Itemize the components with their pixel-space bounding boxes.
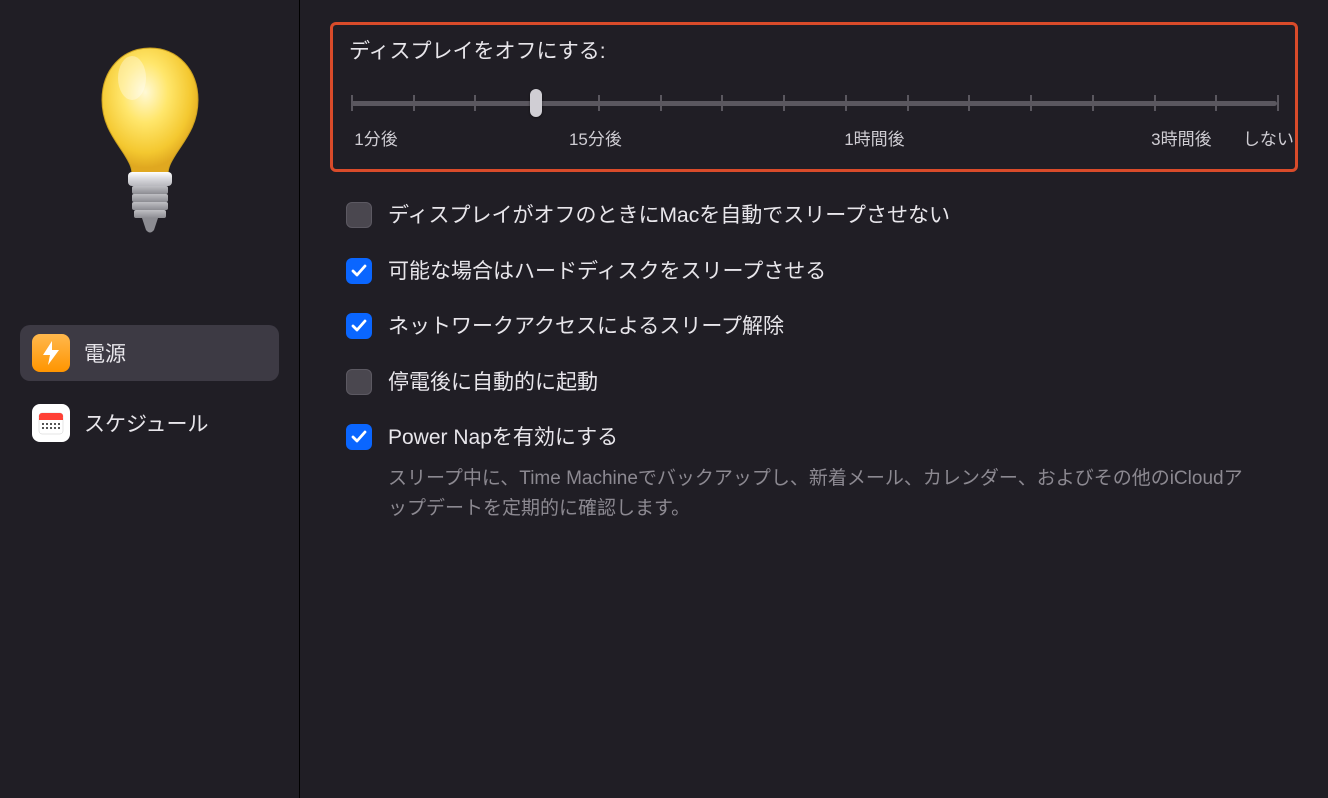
option-checkbox[interactable] (346, 424, 372, 450)
option-label: ディスプレイがオフのときにMacを自動でスリープさせない (388, 200, 1282, 232)
option-label: 停電後に自動的に起動 (388, 367, 1282, 399)
option-row: ネットワークアクセスによるスリープ解除 (346, 311, 1282, 343)
sidebar: 電源 (0, 0, 300, 798)
option-checkbox[interactable] (346, 202, 372, 228)
sidebar-item-schedule[interactable]: スケジュール (20, 395, 279, 451)
option-content: 停電後に自動的に起動 (388, 367, 1282, 399)
option-content: Power Napを有効にするスリープ中に、Time Machineでバックアッ… (388, 422, 1282, 524)
slider-label-1min: 1分後 (354, 125, 397, 150)
option-row: 停電後に自動的に起動 (346, 367, 1282, 399)
calendar-icon (32, 404, 70, 442)
bolt-icon (32, 334, 70, 372)
display-sleep-label: ディスプレイをオフにする: (349, 35, 1279, 65)
option-content: 可能な場合はハードディスクをスリープさせる (388, 256, 1282, 288)
slider-ticks (351, 95, 1277, 111)
main-content: ディスプレイをオフにする: 1分後 15分後 1時間後 3時間後 しない ディス… (300, 0, 1328, 798)
sidebar-nav-list: 電源 (20, 325, 279, 465)
option-row: ディスプレイがオフのときにMacを自動でスリープさせない (346, 200, 1282, 232)
option-label: 可能な場合はハードディスクをスリープさせる (388, 256, 1282, 288)
option-content: ディスプレイがオフのときにMacを自動でスリープさせない (388, 200, 1282, 232)
option-checkbox[interactable] (346, 313, 372, 339)
option-label: ネットワークアクセスによるスリープ解除 (388, 311, 1282, 343)
slider-thumb[interactable] (530, 89, 542, 117)
option-row: Power Napを有効にするスリープ中に、Time Machineでバックアッ… (346, 422, 1282, 524)
energy-saver-icon (85, 30, 215, 270)
slider-label-15min: 15分後 (569, 125, 622, 150)
option-row: 可能な場合はハードディスクをスリープさせる (346, 256, 1282, 288)
option-checkbox[interactable] (346, 369, 372, 395)
sidebar-item-label: スケジュール (84, 408, 209, 438)
display-sleep-slider[interactable] (351, 85, 1277, 125)
energy-options-list: ディスプレイがオフのときにMacを自動でスリープさせない可能な場合はハードディス… (330, 200, 1298, 524)
slider-value-labels: 1分後 15分後 1時間後 3時間後 しない (349, 125, 1279, 153)
option-label: Power Napを有効にする (388, 422, 1282, 454)
slider-label-never: しない (1243, 125, 1294, 150)
slider-label-3hr: 3時間後 (1151, 125, 1211, 150)
sidebar-item-power[interactable]: 電源 (20, 325, 279, 381)
sidebar-item-label: 電源 (84, 338, 126, 368)
display-sleep-slider-section: ディスプレイをオフにする: 1分後 15分後 1時間後 3時間後 しない (330, 22, 1298, 172)
slider-label-1hr: 1時間後 (844, 125, 904, 150)
option-description: スリープ中に、Time Machineでバックアップし、新着メール、カレンダー、… (388, 464, 1258, 525)
option-content: ネットワークアクセスによるスリープ解除 (388, 311, 1282, 343)
option-checkbox[interactable] (346, 258, 372, 284)
